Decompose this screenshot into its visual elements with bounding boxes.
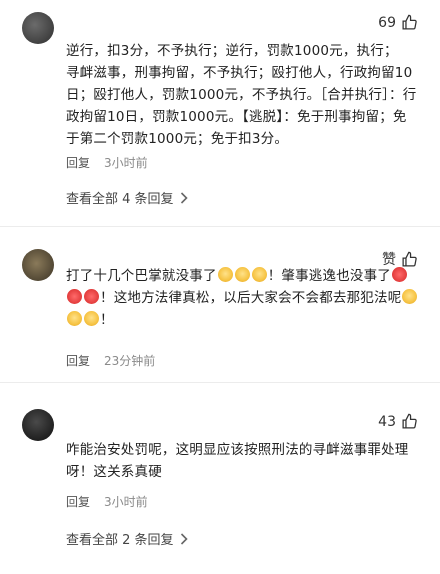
like-count: 69 — [378, 14, 396, 31]
timestamp: 3小时前 — [104, 156, 148, 170]
timestamp: 23分钟前 — [104, 354, 156, 368]
comment-text: 打了十几个巴掌就没事了 ！肇事逃逸也没事了 ！这地方法律真松，以后大家会不会都去那犯… — [66, 265, 420, 331]
crying-emoji-icon — [251, 267, 267, 282]
lips-emoji-icon — [67, 289, 82, 304]
comment-text-part: ！这地方法律真松，以后大家会不会都去那犯法呢 — [100, 290, 402, 306]
chevron-right-icon — [180, 532, 188, 545]
comment-meta: 回复 3小时前 — [66, 154, 148, 171]
timestamp: 3小时前 — [104, 495, 148, 509]
avatar[interactable] — [22, 12, 54, 44]
crying-emoji-icon — [84, 311, 99, 326]
comment-text-part: ！肇事逃逸也没事了 — [267, 268, 392, 284]
view-all-replies-label: 查看全部 4 条回复 — [66, 192, 174, 207]
lips-emoji-icon — [84, 289, 99, 304]
comment-meta: 回复 3小时前 — [66, 493, 148, 510]
crying-emoji-icon — [217, 267, 233, 282]
like-button[interactable]: 43 — [378, 413, 418, 430]
avatar[interactable] — [22, 249, 54, 281]
reply-button[interactable]: 回复 — [66, 352, 90, 369]
reply-button[interactable]: 回复 — [66, 154, 90, 171]
comment-text-part: ！ — [100, 312, 114, 328]
comment-text: 咋能治安处罚呢，这明显应该按照刑法的寻衅滋事罪处理呀！这关系真硬 — [66, 442, 409, 480]
chevron-right-icon — [180, 191, 188, 204]
thumbs-up-icon — [402, 14, 417, 30]
crying-emoji-icon — [402, 289, 418, 304]
reply-button[interactable]: 回复 — [66, 493, 90, 510]
comment-text-part: 打了十几个巴掌就没事了 — [66, 268, 217, 284]
view-all-replies-link[interactable]: 查看全部 4 条回复 — [66, 188, 188, 207]
comment-meta: 回复 23分钟前 — [66, 352, 155, 369]
avatar[interactable] — [22, 409, 54, 441]
view-all-replies-label: 查看全部 2 条回复 — [66, 533, 174, 548]
comment-item: 赞 打了十几个巴掌就没事了 ！肇事逃逸也没事了！这地方法律真松，以后大家会不会都去… — [0, 227, 440, 382]
lips-emoji-icon — [392, 267, 408, 282]
crying-emoji-icon — [67, 311, 82, 326]
thumbs-up-icon — [402, 413, 417, 429]
view-all-replies-link[interactable]: 查看全部 2 条回复 — [66, 529, 188, 548]
comment-item: 69 逆行，扣3分，不予执行；逆行，罚款1000元，执行； 寻衅滋事，刑事拘留，… — [0, 0, 440, 226]
crying-emoji-icon — [234, 267, 250, 282]
like-count: 43 — [378, 413, 396, 430]
comment-text: 逆行，扣3分，不予执行；逆行，罚款1000元，执行； 寻衅滋事，刑事拘留，不予执… — [66, 43, 417, 147]
comment-item: 43 咋能治安处罚呢，这明显应该按照刑法的寻衅滋事罪处理呀！这关系真硬 回复 3… — [0, 383, 440, 574]
like-button[interactable]: 69 — [378, 14, 418, 31]
